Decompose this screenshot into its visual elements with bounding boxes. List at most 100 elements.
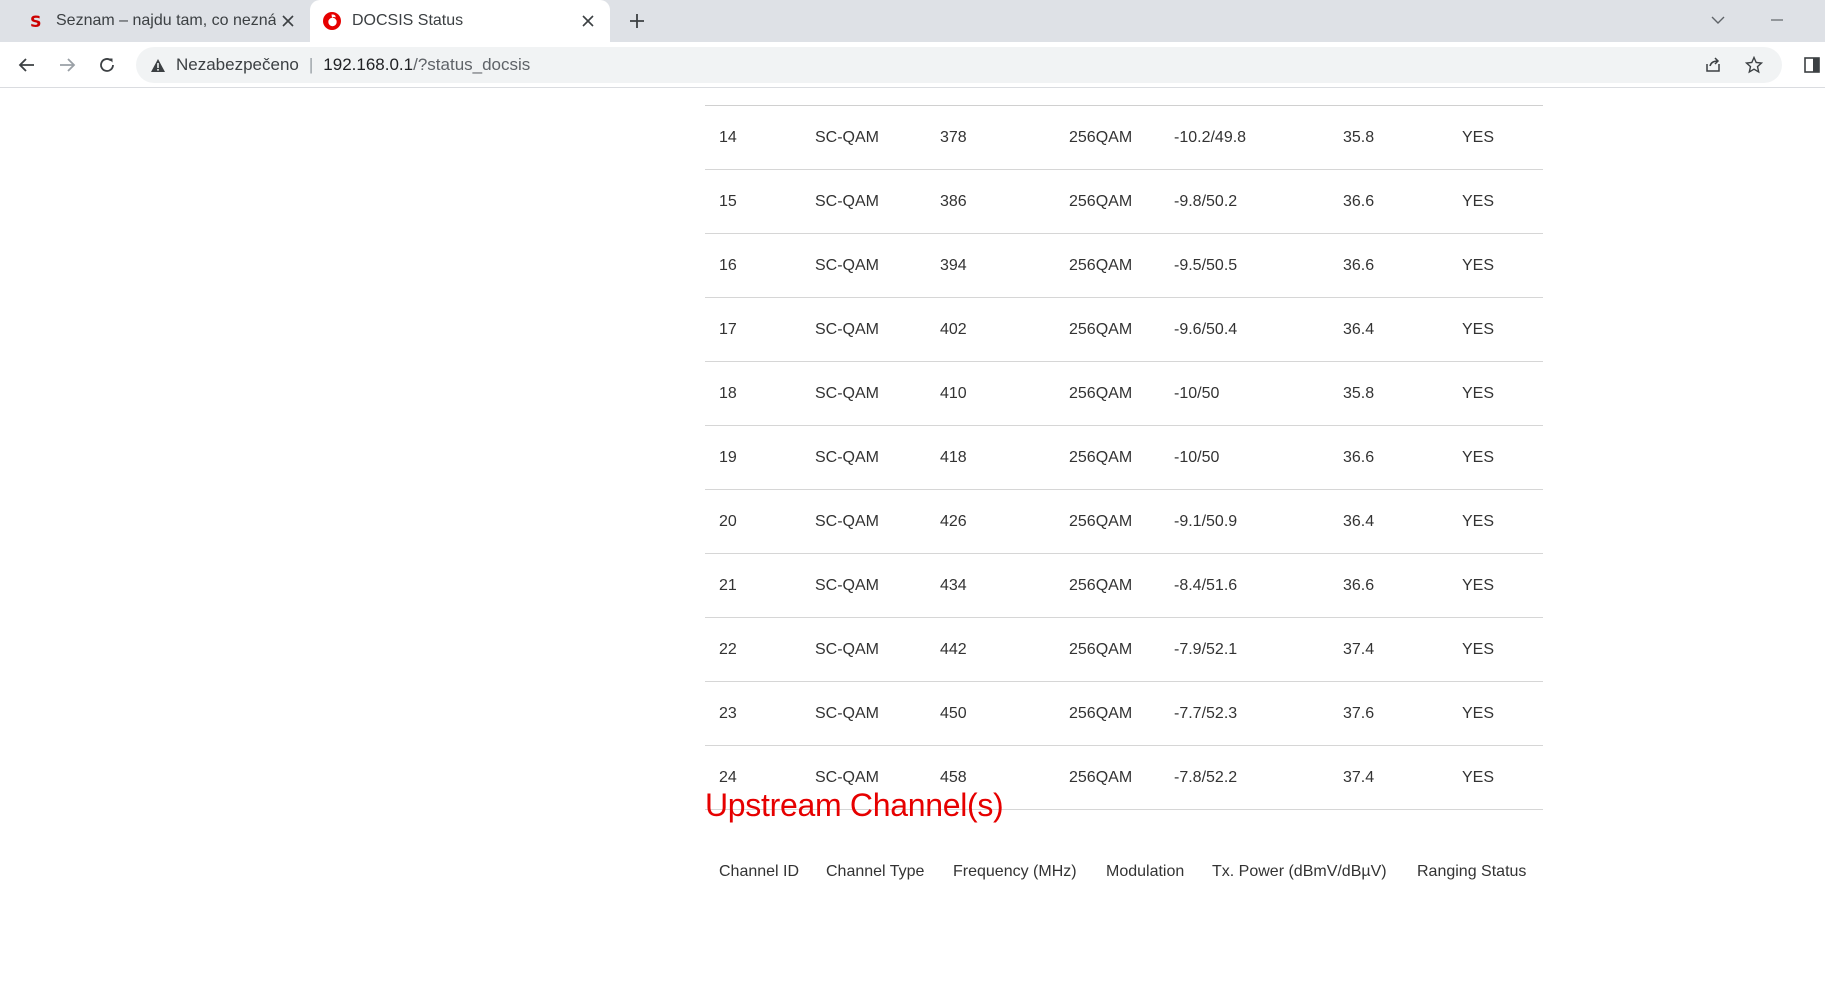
upstream-section-title: Upstream Channel(s) (705, 787, 1004, 823)
cell-modulation: 256QAM (1069, 256, 1133, 274)
side-panel-icon[interactable] (1797, 50, 1825, 80)
table-row: 19 SC-QAM 418 256QAM -10/50 36.6 YES (705, 426, 1543, 490)
tab-seznam[interactable]: S Seznam – najdu tam, co neznám (14, 0, 310, 42)
cell-frequency: 418 (940, 448, 967, 466)
cell-modulation: 256QAM (1069, 384, 1133, 402)
cell-power: -7.9/52.1 (1174, 640, 1238, 658)
cell-channel-id: 17 (719, 320, 737, 338)
cell-modulation: 256QAM (1069, 192, 1133, 210)
omnibox-separator: | (308, 55, 314, 74)
tab-title: DOCSIS Status (352, 12, 464, 29)
browser-toolbar: Nezabezpečeno | 192.168.0.1/?status_docs… (0, 42, 1825, 88)
cell-snr: 36.6 (1343, 576, 1375, 594)
cell-snr: 37.6 (1343, 704, 1375, 722)
close-tab-icon[interactable] (576, 9, 600, 33)
warning-icon[interactable] (150, 58, 166, 73)
cell-locked-status: YES (1462, 704, 1495, 722)
cell-channel-id: 16 (719, 256, 737, 274)
tab-title: Seznam – najdu tam, co neznám (56, 12, 276, 29)
cell-modulation: 256QAM (1069, 704, 1133, 722)
cell-channel-type: SC-QAM (815, 128, 879, 146)
cell-locked-status: YES (1462, 320, 1495, 338)
table-row: 21 SC-QAM 434 256QAM -8.4/51.6 36.6 YES (705, 554, 1543, 618)
url-host: 192.168.0.1 (323, 55, 414, 74)
cell-modulation: 256QAM (1069, 640, 1133, 658)
header-channel-id: Channel ID (719, 863, 800, 880)
table-row: 22 SC-QAM 442 256QAM -7.9/52.1 37.4 YES (705, 618, 1543, 682)
address-bar[interactable]: Nezabezpečeno | 192.168.0.1/?status_docs… (136, 47, 1782, 83)
cell-frequency: 450 (940, 704, 967, 722)
cell-frequency: 434 (940, 576, 967, 594)
cell-power: -9.6/50.4 (1174, 320, 1238, 338)
tab-strip: S Seznam – najdu tam, co neznám DOCSIS S… (0, 0, 1825, 42)
header-frequency: Frequency (MHz) (953, 863, 1077, 880)
cell-power: -9.1/50.9 (1174, 512, 1238, 530)
cell-locked-status: YES (1462, 640, 1495, 658)
cell-locked-status: YES (1462, 192, 1495, 210)
tab-search-chevron-icon[interactable] (1703, 8, 1733, 32)
minimize-icon[interactable] (1762, 8, 1792, 32)
downstream-table: 14 SC-QAM 378 256QAM -10.2/49.8 35.8 YES 15 SC-Q… (705, 105, 1543, 810)
cell-modulation: 256QAM (1069, 448, 1133, 466)
cell-snr: 36.6 (1343, 256, 1375, 274)
cell-locked-status: YES (1462, 128, 1495, 146)
cell-channel-type: SC-QAM (815, 512, 879, 530)
cell-snr: 36.6 (1343, 192, 1375, 210)
header-modulation: Modulation (1106, 863, 1185, 880)
cell-channel-type: SC-QAM (815, 704, 879, 722)
table-row: 16 SC-QAM 394 256QAM -9.5/50.5 36.6 YES (705, 234, 1543, 298)
security-label[interactable]: Nezabezpečeno (176, 55, 299, 75)
bookmark-star-icon[interactable] (1739, 47, 1769, 83)
cell-channel-id: 15 (719, 192, 737, 210)
header-ranging-status: Ranging Status (1417, 863, 1527, 880)
cell-channel-id: 21 (719, 576, 737, 594)
cell-channel-type: SC-QAM (815, 576, 879, 594)
cell-channel-id: 19 (719, 448, 737, 466)
forward-icon[interactable] (52, 50, 82, 80)
reload-icon[interactable] (92, 50, 122, 80)
cell-power: -10/50 (1174, 448, 1220, 466)
cell-frequency: 426 (940, 512, 967, 530)
url-path: /?status_docsis (413, 55, 531, 74)
share-icon[interactable] (1698, 47, 1728, 83)
cell-channel-id: 23 (719, 704, 737, 722)
cell-modulation: 256QAM (1069, 320, 1133, 338)
cell-frequency: 378 (940, 128, 967, 146)
cell-snr: 36.4 (1343, 512, 1375, 530)
cell-frequency: 402 (940, 320, 967, 338)
table-row: 14 SC-QAM 378 256QAM -10.2/49.8 35.8 YES (705, 106, 1543, 170)
back-icon[interactable] (12, 50, 42, 80)
new-tab-icon[interactable] (622, 6, 652, 36)
cell-channel-id: 14 (719, 128, 737, 146)
cell-power: -7.8/52.2 (1174, 768, 1238, 786)
downstream-rows: 14 SC-QAM 378 256QAM -10.2/49.8 35.8 YES 15 SC-Q… (705, 106, 1543, 810)
header-tx-power: Tx. Power (dBmV/dBµV) (1212, 863, 1387, 880)
cell-modulation: 256QAM (1069, 768, 1133, 786)
cell-frequency: 386 (940, 192, 967, 210)
table-row: 17 SC-QAM 402 256QAM -9.6/50.4 36.4 YES (705, 298, 1543, 362)
tab-docsis-status[interactable]: DOCSIS Status (310, 0, 610, 42)
cell-locked-status: YES (1462, 512, 1495, 530)
close-tab-icon[interactable] (276, 9, 300, 33)
upstream-table-header: Channel ID Channel Type Frequency (MHz) … (705, 863, 1543, 893)
cell-snr: 35.8 (1343, 128, 1375, 146)
cell-channel-type: SC-QAM (815, 192, 879, 210)
table-row: 23 SC-QAM 450 256QAM -7.7/52.3 37.6 YES (705, 682, 1543, 746)
seznam-s-icon: S (26, 11, 46, 31)
cell-modulation: 256QAM (1069, 512, 1133, 530)
cell-channel-type: SC-QAM (815, 384, 879, 402)
cell-power: -10.2/49.8 (1174, 128, 1247, 146)
cell-channel-id: 22 (719, 640, 737, 658)
page-content: 14 SC-QAM 378 256QAM -10.2/49.8 35.8 YES 15 SC-Q… (0, 89, 1825, 993)
cell-frequency: 442 (940, 640, 967, 658)
cell-snr: 37.4 (1343, 768, 1375, 786)
header-channel-type: Channel Type (826, 863, 925, 880)
vodafone-icon (322, 11, 342, 31)
cell-channel-id: 20 (719, 512, 737, 530)
cell-snr: 35.8 (1343, 384, 1375, 402)
cell-frequency: 394 (940, 256, 967, 274)
table-row: 18 SC-QAM 410 256QAM -10/50 35.8 YES (705, 362, 1543, 426)
cell-power: -8.4/51.6 (1174, 576, 1238, 594)
table-row: 15 SC-QAM 386 256QAM -9.8/50.2 36.6 YES (705, 170, 1543, 234)
cell-power: -9.5/50.5 (1174, 256, 1238, 274)
